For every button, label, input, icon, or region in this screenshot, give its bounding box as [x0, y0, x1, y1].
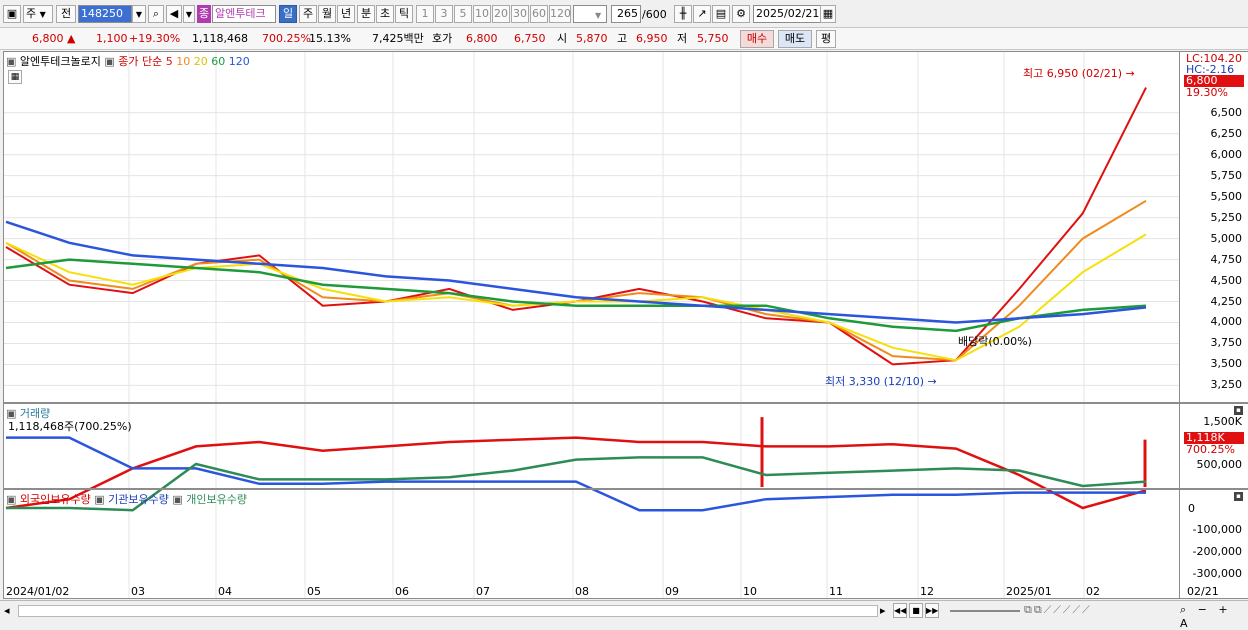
price-legend: ▣ 알엔투테크놀로지 ▣ 종가 단순 5 10 20 60 120	[6, 55, 250, 68]
zoom-slider[interactable]	[950, 610, 1020, 612]
legend-foreign: 외국인보유수량	[19, 493, 91, 506]
legend-institution: 기관보유수량	[108, 493, 169, 506]
drawing-tools-icons[interactable]: ⧉⧉⟋⟋⟋⟋⟋	[1024, 603, 1092, 617]
price-tick-3: 5,750	[1210, 168, 1243, 182]
low-annotation: 최저 3,330 (12/10) →	[825, 375, 937, 388]
price-tick-6: 5,000	[1210, 231, 1243, 245]
stop-icon[interactable]: ■	[909, 603, 923, 618]
zoom-controls-icons[interactable]: ⌕ − + A	[1180, 603, 1248, 630]
holding-tick-0: 0	[1188, 502, 1195, 515]
price-tick-2: 6,000	[1210, 147, 1243, 161]
scroll-left-icon[interactable]: ◂	[4, 604, 10, 617]
bottom-toolbar: ◂ ▸ ◀◀ ■ ▶▶ ⧉⧉⟋⟋⟋⟋⟋ ⌕ − + A	[0, 600, 1248, 630]
volume-tick-500k: 500,000	[1196, 458, 1243, 471]
x-axis-label-9: 11	[829, 585, 843, 598]
price-tick-5: 5,250	[1210, 210, 1243, 224]
x-axis-label-6: 08	[575, 585, 589, 598]
holding-tick-100k: -100,000	[1192, 523, 1242, 536]
volume-bar	[760, 417, 764, 487]
x-axis-label-3: 05	[307, 585, 321, 598]
last-page-icon[interactable]: ▶▶	[925, 603, 939, 618]
pane-divider-holding[interactable]	[3, 488, 1248, 490]
rate-tag: 19.30%	[1186, 86, 1228, 99]
x-axis-label-7: 09	[665, 585, 679, 598]
x-axis-label-0: 2024/01/02	[6, 585, 70, 598]
price-tick-7: 4,750	[1210, 252, 1243, 266]
legend-ma10: 10	[176, 55, 191, 68]
legend-individual: 개인보유수량	[186, 493, 248, 506]
legend-ma60: 60	[211, 55, 226, 68]
scroll-right-icon[interactable]: ▸	[880, 604, 886, 617]
price-tick-12: 3,500	[1210, 357, 1243, 371]
holding-tick-300k: -300,000	[1192, 567, 1242, 580]
volume-value-label: 1,118,468주(700.25%)	[8, 420, 132, 433]
price-tick-9: 4,250	[1210, 294, 1243, 308]
volume-tick-1500k: 1,500K	[1203, 415, 1242, 428]
legend-ma120: 120	[228, 55, 250, 68]
x-axis-label-11: 2025/01	[1006, 585, 1052, 598]
dividend-annotation: 배당락(0.00%)	[958, 335, 1032, 348]
volume-bar	[1143, 439, 1147, 487]
price-tick-10: 4,000	[1210, 315, 1243, 329]
price-tick-13: 3,250	[1210, 378, 1243, 392]
legend-indicator: 종가 단순	[118, 55, 163, 68]
volume-rate-tag: 700.25%	[1186, 443, 1235, 456]
horizontal-scrollbar[interactable]	[18, 605, 878, 617]
price-tick-0: 6,500	[1210, 105, 1243, 119]
price-tick-8: 4,500	[1210, 273, 1243, 287]
price-tick-11: 3,750	[1210, 336, 1243, 350]
x-axis-label-4: 06	[395, 585, 409, 598]
price-tick-4: 5,500	[1210, 189, 1243, 203]
first-page-icon[interactable]: ◀◀	[893, 603, 907, 618]
pane-divider-volume[interactable]	[3, 402, 1248, 404]
high-annotation: 최고 6,950 (02/21) →	[1023, 67, 1135, 80]
holding-legend: ▣ 외국인보유수량 ▣ 기관보유수량 ▣ 개인보유수량	[6, 493, 248, 506]
holding-pane-close-icon[interactable]: ▪	[1234, 492, 1243, 501]
legend-ma20: 20	[193, 55, 208, 68]
x-axis-label-1: 03	[131, 585, 145, 598]
price-tick-1: 6,250	[1210, 126, 1243, 140]
x-axis-label-8: 10	[743, 585, 757, 598]
grid-toggle-icon[interactable]: ▦	[8, 70, 22, 84]
chart-svg	[4, 52, 1179, 598]
legend-stock-name: 알엔투테크놀로지	[19, 55, 101, 68]
x-axis-label-2: 04	[218, 585, 232, 598]
legend-ma5: 5	[165, 55, 173, 68]
holding-tick-200k: -200,000	[1192, 545, 1242, 558]
x-axis-label-5: 07	[476, 585, 490, 598]
x-axis-label-12: 02	[1086, 585, 1100, 598]
x-axis-label-10: 12	[920, 585, 934, 598]
x-axis-label-13: 02/21	[1187, 585, 1219, 598]
volume-pane-close-icon[interactable]: ▪	[1234, 406, 1243, 415]
